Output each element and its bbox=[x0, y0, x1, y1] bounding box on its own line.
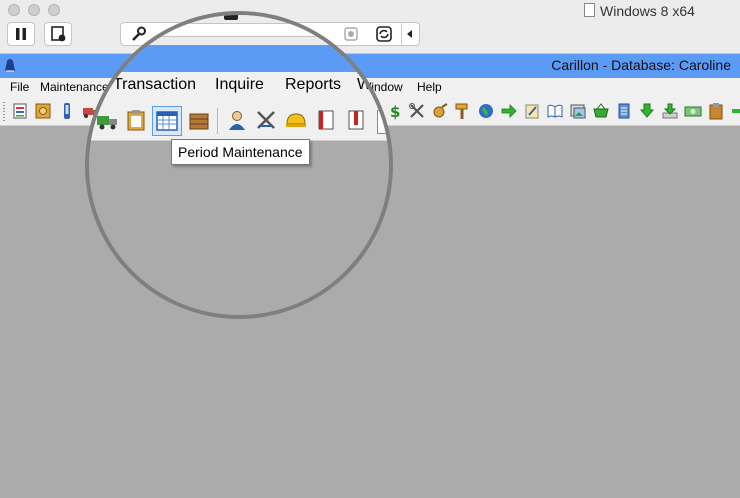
image-icon bbox=[570, 104, 586, 119]
image-button[interactable] bbox=[569, 102, 587, 120]
close-window-button[interactable] bbox=[8, 4, 20, 16]
hardhat-button[interactable] bbox=[284, 108, 308, 132]
pencil-note-icon bbox=[525, 104, 539, 119]
pause-icon bbox=[16, 28, 26, 40]
employee-button[interactable] bbox=[225, 108, 249, 132]
scroll-button[interactable] bbox=[615, 102, 633, 120]
open-book-icon bbox=[547, 104, 563, 118]
book-magnified-button[interactable] bbox=[314, 108, 338, 132]
report-icon bbox=[13, 103, 27, 119]
forward-button[interactable] bbox=[500, 102, 518, 120]
import-button[interactable] bbox=[661, 102, 679, 120]
report-button[interactable] bbox=[11, 102, 29, 120]
truck-icon bbox=[97, 116, 117, 130]
basket-icon bbox=[593, 103, 609, 118]
vm-window-title: Windows 8 x64 bbox=[600, 3, 695, 19]
toolbar-grip bbox=[3, 102, 5, 121]
box-icon bbox=[189, 113, 209, 130]
tape-icon bbox=[433, 103, 448, 118]
snapshot-button[interactable] bbox=[44, 22, 72, 46]
app-title: Carillon - Database: Caroline bbox=[551, 57, 731, 73]
partial-icon bbox=[377, 110, 389, 134]
wrench-screwdriver-icon bbox=[409, 103, 424, 118]
hammer-button[interactable] bbox=[453, 102, 471, 120]
phone-button[interactable] bbox=[58, 102, 76, 120]
magnified-menubar: Transaction Inquire Reports Window bbox=[89, 72, 389, 102]
book-icon bbox=[318, 110, 334, 130]
safe-button[interactable] bbox=[34, 102, 52, 120]
tools-button[interactable] bbox=[408, 102, 426, 120]
period-maintenance-button[interactable] bbox=[152, 106, 182, 136]
book-red-icon bbox=[348, 110, 364, 130]
pause-button[interactable] bbox=[7, 22, 35, 46]
minimize-window-button[interactable] bbox=[28, 4, 40, 16]
basket-button[interactable] bbox=[592, 102, 610, 120]
hardhat-icon bbox=[286, 113, 306, 127]
download-green-icon bbox=[639, 103, 655, 118]
next-button[interactable] bbox=[730, 102, 740, 120]
magnifier-lens: Transaction Inquire Reports Window Perio… bbox=[85, 11, 393, 319]
calendar-icon bbox=[156, 111, 178, 131]
tooltip-period-maintenance: Period Maintenance bbox=[171, 139, 310, 165]
download-button[interactable] bbox=[638, 102, 656, 120]
money-icon bbox=[684, 106, 702, 117]
clipboard-icon bbox=[127, 110, 145, 131]
box-button[interactable] bbox=[187, 108, 211, 132]
bell-icon bbox=[5, 59, 15, 72]
menu-file[interactable]: File bbox=[10, 80, 29, 94]
scroll-icon bbox=[618, 103, 630, 119]
download-green2-icon bbox=[662, 103, 678, 119]
menu-inquire[interactable]: Inquire bbox=[215, 76, 264, 94]
globe-button[interactable] bbox=[477, 102, 495, 120]
zoom-window-button[interactable] bbox=[48, 4, 60, 16]
collapse-arrow-icon bbox=[407, 30, 412, 38]
globe-icon bbox=[479, 104, 493, 118]
menu-reports[interactable]: Reports bbox=[285, 76, 341, 94]
menu-window-magnified[interactable]: Window bbox=[357, 76, 389, 94]
truck-button-magnified[interactable] bbox=[96, 108, 120, 132]
magnified-host-bar bbox=[89, 15, 389, 45]
snapshot-icon bbox=[51, 26, 66, 42]
magnified-toolbar bbox=[89, 102, 389, 141]
person-icon bbox=[229, 111, 245, 130]
tape-button[interactable] bbox=[431, 102, 449, 120]
book-button[interactable] bbox=[546, 102, 564, 120]
svg-text:$: $ bbox=[390, 103, 400, 120]
hammer-icon bbox=[455, 103, 468, 119]
arrow-green-icon bbox=[732, 105, 740, 117]
toolbar-separator bbox=[217, 108, 218, 134]
camera-icon bbox=[224, 15, 238, 20]
safe-icon bbox=[35, 103, 51, 119]
arrow-right-icon bbox=[501, 104, 517, 118]
tools-icon bbox=[257, 111, 275, 129]
note-button[interactable] bbox=[523, 102, 541, 120]
clipboard-brown-icon bbox=[709, 103, 723, 120]
clipboard-button[interactable] bbox=[124, 108, 148, 132]
document-icon bbox=[584, 3, 595, 17]
menu-help[interactable]: Help bbox=[417, 80, 442, 94]
collapse-button[interactable] bbox=[401, 23, 418, 45]
phone-icon bbox=[64, 103, 70, 119]
clipboard2-button[interactable] bbox=[707, 102, 725, 120]
money-button[interactable] bbox=[684, 102, 702, 120]
menu-transaction[interactable]: Transaction bbox=[113, 76, 196, 94]
tools-magnified-button[interactable] bbox=[254, 108, 278, 132]
book-red-button[interactable] bbox=[344, 108, 368, 132]
